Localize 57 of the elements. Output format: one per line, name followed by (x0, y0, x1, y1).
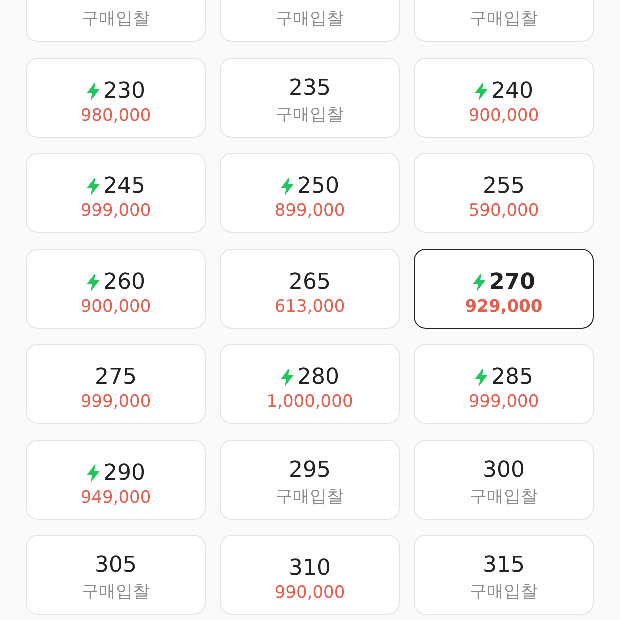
size-label: 265 (289, 270, 331, 294)
size-label: 295 (289, 458, 331, 482)
size-option[interactable]: 280 1,000,000 (220, 344, 400, 424)
price-label: 980,000 (80, 106, 152, 126)
price-label: 899,000 (274, 201, 346, 221)
price-label: 구매입찰 (470, 8, 538, 30)
size-option[interactable]: 240 900,000 (414, 58, 594, 138)
size-option[interactable]: 285 999,000 (414, 344, 594, 424)
price-label: 999,000 (80, 392, 152, 412)
size-option[interactable]: 230 980,000 (26, 58, 206, 138)
price-label: 구매입찰 (82, 581, 150, 603)
price-label: 900,000 (80, 296, 152, 316)
price-label: 999,000 (468, 392, 540, 412)
size-option[interactable]: 270 929,000 (414, 248, 594, 328)
size-label: 305 (95, 553, 137, 578)
price-label: 구매입찰 (470, 581, 538, 603)
price-label: 990,000 (274, 583, 346, 603)
size-option[interactable]: 290 949,000 (26, 440, 206, 520)
price-label: 949,000 (80, 488, 152, 508)
size-label: 235 (289, 76, 331, 100)
size-label: 300 (483, 458, 525, 482)
price-label: 900,000 (468, 106, 540, 126)
size-label: 250 (298, 174, 340, 199)
price-label: 구매입찰 (276, 486, 344, 508)
price-label: 구매입찰 (276, 8, 344, 30)
size-option[interactable]: 250 899,000 (220, 153, 400, 233)
size-label: 260 (104, 270, 146, 294)
price-label: 999,000 (80, 201, 152, 221)
size-label: 230 (104, 78, 146, 104)
size-option[interactable]: 315 구매입찰 (414, 535, 594, 615)
size-option[interactable]: 275 999,000 (26, 344, 206, 424)
size-label: 280 (298, 365, 340, 390)
size-label: 285 (492, 365, 534, 390)
size-option[interactable]: 260 900,000 (26, 248, 206, 328)
size-option[interactable]: 295 구매입찰 (220, 440, 400, 520)
size-option[interactable]: 255 590,000 (414, 153, 594, 233)
size-label: 290 (104, 460, 146, 486)
price-label: 구매입찰 (82, 8, 150, 30)
price-label: 929,000 (465, 296, 543, 316)
price-label: 1,000,000 (266, 392, 354, 412)
size-label: 310 (289, 556, 331, 581)
size-label: 270 (490, 270, 536, 294)
price-label: 구매입찰 (470, 486, 538, 508)
size-option[interactable]: 245 999,000 (26, 153, 206, 233)
size-label: 315 (483, 553, 525, 578)
size-label: 245 (104, 174, 146, 199)
size-label: 275 (95, 365, 137, 390)
size-option[interactable]: 265 613,000 (220, 248, 400, 328)
price-label: 613,000 (274, 296, 346, 316)
price-label: 590,000 (468, 201, 540, 221)
size-label: 255 (483, 174, 525, 199)
size-option[interactable]: 235 구매입찰 (220, 58, 400, 138)
price-label: 구매입찰 (276, 104, 344, 126)
size-option[interactable]: 305 구매입찰 (26, 535, 206, 615)
size-option[interactable]: 300 구매입찰 (414, 440, 594, 520)
size-option[interactable]: 310 990,000 (220, 535, 400, 615)
size-label: 240 (492, 78, 534, 104)
